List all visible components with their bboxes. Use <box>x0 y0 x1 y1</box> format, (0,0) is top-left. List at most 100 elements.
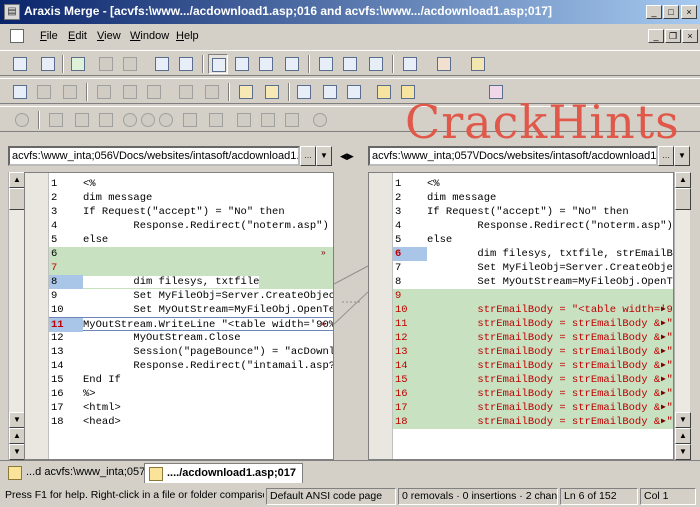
home-icon[interactable] <box>468 54 488 74</box>
code-line[interactable]: 9 Set MyFileObj=Server.CreateObject(" <box>49 289 333 303</box>
right-file-path[interactable]: acvfs:\www_inta;057\/Docs/websites/intas… <box>368 146 658 166</box>
left-browse-button[interactable]: … <box>300 146 316 166</box>
doc-restore-button[interactable]: ❐ <box>665 29 681 43</box>
swap-arrows-icon[interactable]: ◀▶ <box>340 151 354 162</box>
highlight-icon[interactable] <box>374 82 394 102</box>
code-line-current[interactable]: 6 dim filesys, txtfile, strEmailBod <box>393 247 673 261</box>
maximize-button[interactable]: □ <box>663 5 679 19</box>
scroll-thumb[interactable] <box>9 188 25 210</box>
scroll-up-arrow[interactable]: ▲ <box>675 172 691 188</box>
code-line-added[interactable]: 13 strEmailBody = strEmailBody & "<tr ▶ <box>393 345 673 359</box>
left-file-path[interactable]: acvfs:\www_inta;056\/Docs/websites/intas… <box>8 146 300 166</box>
scroll-page-down[interactable]: ▼ <box>675 444 691 460</box>
scroll-down-arrow[interactable]: ▼ <box>675 412 691 428</box>
code-line[interactable]: 2 dim message <box>393 191 673 205</box>
left-dropdown-button[interactable]: ▼ <box>316 146 332 166</box>
next-change-icon[interactable] <box>320 82 340 102</box>
left-vertical-scrollbar[interactable]: ▲ ▼ ▲ ▼ <box>8 172 25 460</box>
copy-icon[interactable] <box>120 82 140 102</box>
code-line[interactable]: 3 If Request("accept") = "No" then <box>49 205 333 219</box>
scroll-up-arrow[interactable]: ▲ <box>9 172 25 188</box>
right-browse-button[interactable]: … <box>658 146 674 166</box>
down-change-icon[interactable] <box>344 82 364 102</box>
doc-minimize-button[interactable]: _ <box>648 29 664 43</box>
redo-icon[interactable] <box>202 82 222 102</box>
list2-icon[interactable] <box>96 110 116 130</box>
code-line-selected[interactable]: 11 MyOutStream.WriteLine "<table width='9… <box>49 317 333 332</box>
code-line-added[interactable]: 12 strEmailBody = strEmailBody & "<tr ▶ <box>393 331 673 345</box>
minimize-button[interactable]: _ <box>646 5 662 19</box>
merge-arrow-icon[interactable]: » <box>321 320 331 330</box>
code-line-added[interactable]: 11 strEmailBody = strEmailBody & "<tr ▶ <box>393 317 673 331</box>
right-file-pane[interactable]: 1 <% 2 dim message 3 If Request("accept") =… <box>368 172 674 460</box>
help-book-icon[interactable] <box>434 54 454 74</box>
left-file-pane[interactable]: 1 <% 2 dim message 3 If Request("accept") =… <box>24 172 334 460</box>
save-all-icon[interactable] <box>120 54 140 74</box>
code-line-added[interactable]: 17 strEmailBody = strEmailBody & "<tr ▶ <box>393 401 673 415</box>
code-line-added[interactable]: 10 strEmailBody = "<table width='90% ▶ <box>393 303 673 317</box>
merge-doc-icon[interactable] <box>60 82 80 102</box>
code-line-current[interactable]: 8 dim filesys, txtfile <box>49 275 333 289</box>
scroll-thumb[interactable] <box>675 188 691 210</box>
page-merge-icon[interactable] <box>206 110 226 130</box>
options-icon[interactable] <box>400 54 420 74</box>
code-line[interactable]: 8 Set MyOutStream=MyFileObj.OpenTextF <box>393 275 673 289</box>
page-copy-left-icon[interactable] <box>234 110 254 130</box>
two-way-view-icon[interactable] <box>208 54 228 74</box>
scroll-down-arrow[interactable]: ▼ <box>9 412 25 428</box>
text-mode-icon[interactable] <box>236 82 256 102</box>
code-line[interactable]: 5 else <box>393 233 673 247</box>
menu-view[interactable]: View <box>97 30 121 42</box>
code-line[interactable]: 1 <% <box>49 177 333 191</box>
copy-report-icon[interactable] <box>152 54 172 74</box>
menu-window[interactable]: Window <box>130 30 169 42</box>
doc-close-button[interactable]: × <box>682 29 698 43</box>
code-line[interactable]: 17 <html> <box>49 401 333 415</box>
code-line-added[interactable]: 7 <box>49 261 333 275</box>
close-x-icon[interactable] <box>282 110 302 130</box>
app-icon[interactable]: ▤ <box>4 4 20 20</box>
menu-edit[interactable]: Edit <box>68 30 87 42</box>
scroll-page-up[interactable]: ▲ <box>9 428 25 444</box>
sigma-stats-icon[interactable] <box>316 54 336 74</box>
code-line[interactable]: 2 dim message <box>49 191 333 205</box>
page-new-icon[interactable] <box>180 110 200 130</box>
prev-change-icon[interactable] <box>294 82 314 102</box>
code-line[interactable]: 12 MyOutStream.Close <box>49 331 333 345</box>
code-line-added[interactable]: 6» <box>49 247 333 261</box>
menu-file[interactable]: File <box>40 30 58 42</box>
code-line[interactable]: 5 else <box>49 233 333 247</box>
cut-icon[interactable] <box>94 82 114 102</box>
edit-mode-icon[interactable] <box>262 82 282 102</box>
code-line[interactable]: 14 Response.Redirect("intamail.asp?Mai <box>49 359 333 373</box>
code-line[interactable]: 18 <head> <box>49 415 333 429</box>
right-vertical-scrollbar[interactable]: ▲ ▼ ▲ ▼ <box>674 172 691 460</box>
save-file-icon[interactable] <box>34 82 54 102</box>
code-line[interactable]: 4 Response.Redirect("noterm.asp") <box>393 219 673 233</box>
right-dropdown-button[interactable]: ▼ <box>674 146 690 166</box>
dot-1-icon[interactable] <box>120 110 140 130</box>
undo-icon[interactable] <box>176 82 196 102</box>
dot-3-icon[interactable] <box>156 110 176 130</box>
code-line-added[interactable]: 9 <box>393 289 673 303</box>
code-line-added[interactable]: 16 strEmailBody = strEmailBody & "<tr ▶ <box>393 387 673 401</box>
vertical-view-icon[interactable] <box>282 54 302 74</box>
code-line[interactable]: 3 If Request("accept") = "No" then <box>393 205 673 219</box>
report-icon[interactable] <box>176 54 196 74</box>
tab-file-compare[interactable]: ..../acdownload1.asp;017 <box>144 463 303 483</box>
merge-arrow-icon[interactable]: » <box>321 249 331 259</box>
close-button[interactable]: × <box>681 5 697 19</box>
dotted-grid-icon[interactable] <box>46 110 66 130</box>
clock-icon[interactable] <box>310 110 330 130</box>
refresh-icon[interactable] <box>68 54 88 74</box>
new-compare-icon[interactable] <box>10 54 30 74</box>
save-icon[interactable] <box>96 54 116 74</box>
page-copy-right-icon[interactable] <box>258 110 278 130</box>
code-line[interactable]: 1 <% <box>393 177 673 191</box>
horizontal-view-icon[interactable] <box>256 54 276 74</box>
code-line-added[interactable]: 18 strEmailBody = strEmailBody & "<tr ▶ <box>393 415 673 429</box>
code-line[interactable]: 13 Session("pageBounce") = "acDownload <box>49 345 333 359</box>
scroll-page-down[interactable]: ▼ <box>9 444 25 460</box>
list-icon[interactable] <box>72 110 92 130</box>
paste-icon[interactable] <box>144 82 164 102</box>
